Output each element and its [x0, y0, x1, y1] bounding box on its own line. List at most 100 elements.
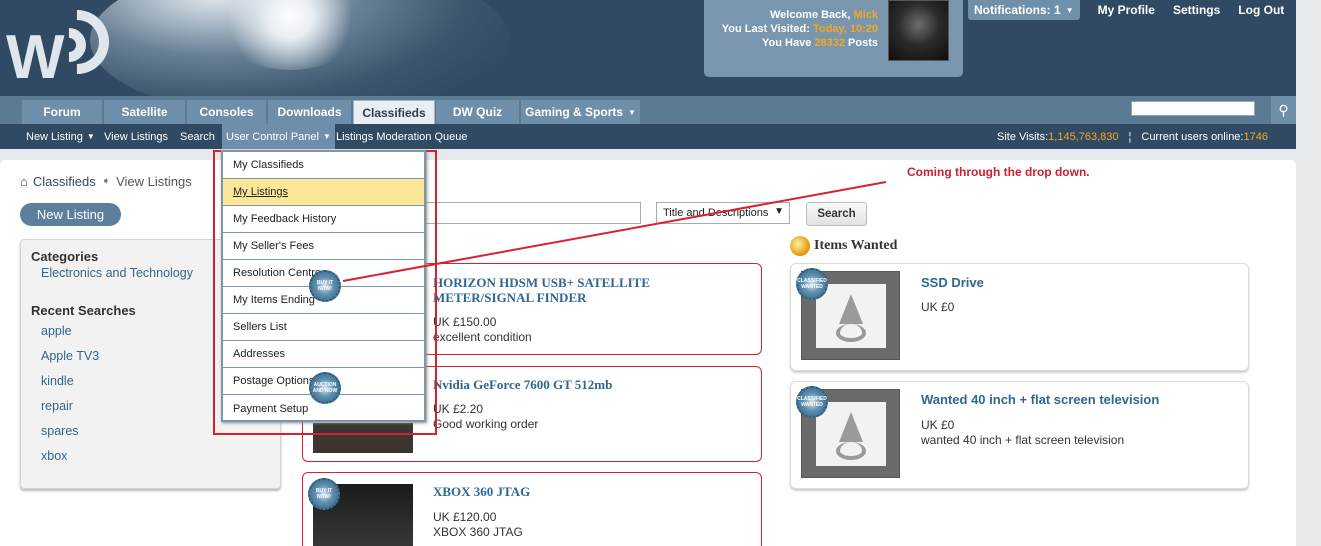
listing-title[interactable]: XBOX 360 JTAG	[433, 484, 530, 499]
tab-label: Classifieds	[362, 105, 426, 120]
subnav-user-control-panel[interactable]: User Control Panel ▼	[222, 124, 335, 149]
tab-dw-quiz[interactable]: DW Quiz	[436, 100, 520, 124]
search-scope-value: Title and Descriptions	[663, 207, 769, 219]
subnav-label: Listings Moderation Queue	[336, 130, 468, 143]
listing-description: Good working order	[433, 417, 539, 431]
tab-satellite[interactable]: Satellite	[104, 100, 186, 124]
subnav-moderation-queue[interactable]: Listings Moderation Queue	[336, 124, 467, 149]
recent-search-link[interactable]: repair	[41, 399, 73, 413]
badge-label: CLASSIFIED WANTED	[797, 396, 827, 408]
category-link[interactable]: Electronics and Technology	[41, 266, 193, 280]
search-icon[interactable]: ⚲	[1271, 96, 1296, 124]
settings-link[interactable]: Settings	[1173, 3, 1220, 17]
wanted-card[interactable]: SSD Drive UK £0	[790, 263, 1249, 371]
badge-label: CLASSIFIED WANTED	[797, 278, 827, 290]
chevron-down-icon: ▼	[774, 206, 784, 217]
quick-search-input[interactable]	[1131, 101, 1255, 116]
listing-price: UK £120.00	[433, 510, 497, 524]
subnav-search[interactable]: Search	[180, 124, 215, 149]
breadcrumb-current: View Listings	[116, 174, 192, 189]
recent-search-link[interactable]: apple	[41, 324, 72, 338]
chevron-down-icon: ▼	[1065, 5, 1074, 15]
auction-badge: AUCTION AND NOW	[309, 372, 341, 404]
classified-wanted-badge: CLASSIFIED WANTED	[796, 268, 828, 300]
listing-description: XBOX 360 JTAG	[433, 525, 523, 539]
page-margin	[1296, 0, 1321, 546]
tab-downloads[interactable]: Downloads	[268, 100, 352, 124]
tab-label: Gaming & Sports	[525, 105, 624, 119]
wanted-title[interactable]: Wanted 40 inch + flat screen television	[921, 392, 1159, 407]
recent-search-link[interactable]: Apple TV3	[41, 349, 99, 363]
subnav-view-listings[interactable]: View Listings	[104, 124, 168, 149]
menu-item-sellers-fees[interactable]: My Seller's Fees	[223, 233, 424, 260]
categories-title: Categories	[31, 249, 99, 264]
wanted-card[interactable]: Wanted 40 inch + flat screen television …	[790, 381, 1249, 489]
welcome-label: Welcome Back,	[769, 9, 854, 21]
badge-label: BUY IT NOW!	[316, 280, 334, 292]
items-wanted-header: Items Wanted	[790, 236, 897, 256]
wanted-description: wanted 40 inch + flat screen television	[921, 433, 1125, 447]
listing-title[interactable]: HORIZON HDSM USB+ SATELLITE METER/SIGNAL…	[433, 275, 673, 305]
recent-search-link[interactable]: kindle	[41, 374, 74, 388]
tab-forum[interactable]: Forum	[22, 100, 103, 124]
search-scope-select[interactable]: Title and Descriptions ▼	[656, 202, 790, 224]
menu-item-my-listings[interactable]: My Listings	[223, 179, 424, 206]
breadcrumb-arrow-icon: ➧	[101, 176, 111, 187]
subnav-label: View Listings	[104, 130, 168, 143]
wanted-title[interactable]: SSD Drive	[921, 275, 984, 290]
search-button[interactable]: Search	[806, 202, 867, 226]
subnav-label: New Listing	[26, 130, 83, 143]
menu-item-feedback-history[interactable]: My Feedback History	[223, 206, 424, 233]
recent-search-link[interactable]: spares	[41, 424, 79, 438]
buy-it-now-badge: BUY IT NOW!	[309, 270, 341, 302]
tab-label: DW Quiz	[452, 105, 503, 119]
chevron-down-icon: ▼	[628, 107, 636, 117]
wanted-price: UK £0	[921, 418, 955, 432]
subnav-new-listing[interactable]: New Listing ▼	[26, 124, 95, 149]
avatar[interactable]	[888, 0, 949, 61]
menu-item-sellers-list[interactable]: Sellers List	[223, 314, 424, 341]
menu-item-my-classifieds[interactable]: My Classifieds	[223, 152, 424, 179]
stats-separator: ¦	[1128, 130, 1132, 143]
classified-wanted-badge: CLASSIFIED WANTED	[796, 386, 828, 418]
users-online-value: 1746	[1243, 130, 1268, 143]
listing-card[interactable]: XBOX 360 JTAG UK £120.00 XBOX 360 JTAG	[302, 472, 762, 546]
welcome-text: Welcome Back, Mick You Last Visited: Tod…	[710, 8, 878, 50]
top-links: Notifications: 1 ▼ My Profile Settings L…	[968, 0, 1284, 20]
listing-price: UK £2.20	[433, 402, 484, 416]
badge-label: AUCTION AND NOW	[312, 382, 338, 394]
items-wanted-title: Items Wanted	[814, 238, 898, 253]
home-icon[interactable]: ⌂	[20, 174, 28, 189]
tab-classifieds[interactable]: Classifieds	[353, 100, 435, 124]
site-header: W Welcome Back, Mick You Last Visited: T…	[0, 0, 1296, 96]
annotation-text: Coming through the drop down.	[907, 165, 1090, 179]
breadcrumb: ⌂ Classifieds ➧ View Listings	[20, 174, 192, 189]
tab-consoles[interactable]: Consoles	[187, 100, 267, 124]
subnav-label: User Control Panel	[226, 130, 319, 143]
main-nav: Forum Satellite Consoles Downloads Class…	[0, 96, 1296, 124]
buy-it-now-badge: BUY IT NOW!	[308, 478, 340, 510]
logout-link[interactable]: Log Out	[1238, 3, 1284, 17]
listing-description: excellent condition	[433, 330, 532, 344]
my-profile-link[interactable]: My Profile	[1098, 3, 1155, 17]
listing-title[interactable]: Nvidia GeForce 7600 GT 512mb	[433, 377, 612, 392]
breadcrumb-classifieds[interactable]: Classifieds	[33, 174, 96, 189]
site-visits-value: 1,145,763,830	[1048, 130, 1119, 143]
chevron-down-icon: ▼	[322, 132, 331, 141]
trophy-icon	[790, 236, 810, 256]
notifications-button[interactable]: Notifications: 1 ▼	[968, 0, 1080, 20]
subnav-label: Search	[180, 130, 215, 143]
site-stats: Site Visits: 1,145,763,830 ¦ Current use…	[997, 124, 1268, 149]
menu-item-addresses[interactable]: Addresses	[223, 341, 424, 368]
recent-search-link[interactable]: xbox	[41, 449, 67, 463]
tab-gaming-sports[interactable]: Gaming & Sports ▼	[521, 100, 641, 124]
last-visited-value: Today, 10:20	[812, 23, 878, 35]
welcome-box: Welcome Back, Mick You Last Visited: Tod…	[704, 0, 963, 77]
listing-price: UK £150.00	[433, 315, 497, 329]
new-listing-button[interactable]: New Listing	[20, 203, 121, 226]
username-link[interactable]: Mick	[854, 9, 878, 21]
listing-search-input[interactable]	[420, 202, 641, 224]
post-count-link[interactable]: 28332	[814, 37, 845, 49]
recent-searches-title: Recent Searches	[31, 303, 136, 318]
notifications-label: Notifications: 1	[974, 3, 1061, 17]
